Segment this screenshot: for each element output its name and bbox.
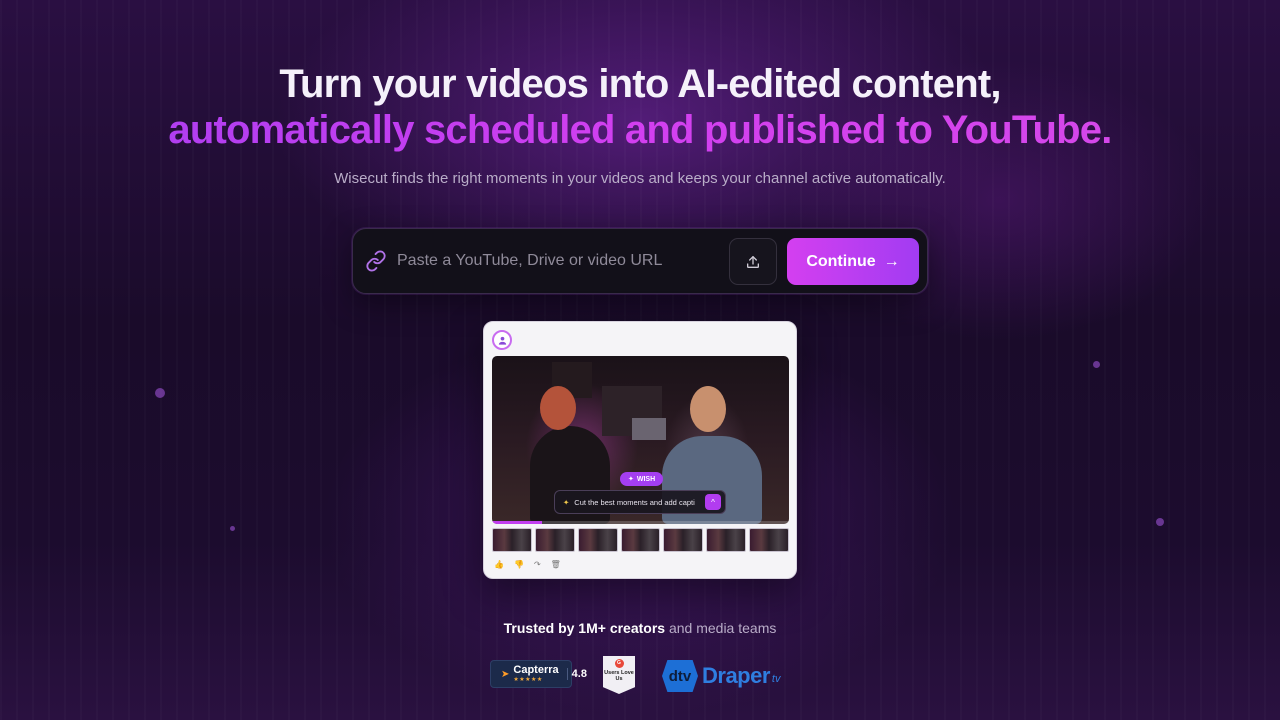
g2-badge: G Users Love Us <box>603 656 635 694</box>
draper-name: Draper <box>702 663 770 688</box>
decor-dot <box>1156 518 1164 526</box>
g2-badge-text: Users Love Us <box>604 670 634 682</box>
trusted-text: Trusted by 1M+ creators and media teams <box>0 620 1280 636</box>
user-icon <box>498 336 506 345</box>
draper-logo: dtv Draper tv <box>662 658 780 694</box>
arrow-right-icon: → <box>883 252 900 270</box>
decor-dot <box>155 388 165 398</box>
background-sign <box>632 418 666 440</box>
capterra-rating: 4.8 <box>566 668 587 680</box>
decor-dot <box>1093 361 1100 368</box>
trusted-rest: and media teams <box>665 620 777 636</box>
hero-title-line2: automatically scheduled and published to… <box>0 108 1280 153</box>
trusted-bold: Trusted by 1M+ creators <box>503 620 666 636</box>
link-icon <box>366 250 386 272</box>
clip-thumbnail[interactable] <box>620 528 661 552</box>
clip-thumbnail[interactable] <box>577 528 618 552</box>
clip-thumbnails <box>492 528 790 552</box>
prompt-text: Cut the best moments and add capti <box>574 497 695 507</box>
thumbs-down-icon[interactable]: 👎 <box>514 560 524 569</box>
wish-badge: ✦ WISH <box>620 472 664 486</box>
capterra-logo: ➤ Capterra ★★★★★ 4.8 <box>490 660 587 688</box>
wish-label: WISH <box>636 475 656 483</box>
share-icon[interactable]: ↷ <box>534 560 541 569</box>
clip-thumbnail[interactable] <box>749 528 790 552</box>
clip-thumbnail[interactable] <box>534 528 575 552</box>
clip-actions: 👍 👎 ↷ 🗑 <box>494 560 561 569</box>
hero-subtitle: Wisecut finds the right moments in your … <box>334 170 946 187</box>
sparkle-icon: ✦ <box>563 497 570 507</box>
clip-thumbnail[interactable] <box>492 528 532 552</box>
host-right-head <box>690 386 726 432</box>
capterra-name: Capterra <box>513 663 559 676</box>
hero-title-line1: Turn your videos into AI-edited content, <box>279 62 1001 106</box>
url-input[interactable] <box>397 247 727 275</box>
thumbs-up-icon[interactable]: 👍 <box>494 560 504 569</box>
editor-preview-card: ✦ WISH ✦ Cut the best moments and add ca… <box>483 321 797 579</box>
host-left-head <box>540 386 576 430</box>
partner-logos: ➤ Capterra ★★★★★ 4.8 G Users Love Us dtv… <box>0 656 1280 696</box>
g2-mark-icon: G <box>614 659 624 668</box>
clip-thumbnail[interactable] <box>706 528 747 552</box>
upload-icon <box>747 255 759 268</box>
continue-button[interactable]: Continue → <box>787 238 919 285</box>
ai-prompt-bar[interactable]: ✦ Cut the best moments and add capti ^ <box>554 490 726 514</box>
capterra-arrow-icon: ➤ <box>501 668 510 680</box>
video-progress-fill <box>492 521 543 524</box>
continue-label: Continue <box>806 252 876 270</box>
draper-suffix: tv <box>771 673 781 685</box>
sparkle-icon: ✦ <box>628 476 634 483</box>
upload-button[interactable] <box>729 238 777 285</box>
avatar <box>492 330 512 350</box>
draper-mark: dtv <box>662 660 698 692</box>
url-form: Continue → <box>352 228 928 294</box>
prompt-send-button[interactable]: ^ <box>705 494 721 510</box>
video-preview[interactable]: ✦ WISH ✦ Cut the best moments and add ca… <box>492 356 789 524</box>
capterra-stars: ★★★★★ <box>513 676 543 683</box>
trash-icon[interactable]: 🗑 <box>551 560 561 569</box>
decor-dot <box>230 526 235 531</box>
video-progress[interactable] <box>492 521 789 524</box>
clip-thumbnail[interactable] <box>663 528 704 552</box>
